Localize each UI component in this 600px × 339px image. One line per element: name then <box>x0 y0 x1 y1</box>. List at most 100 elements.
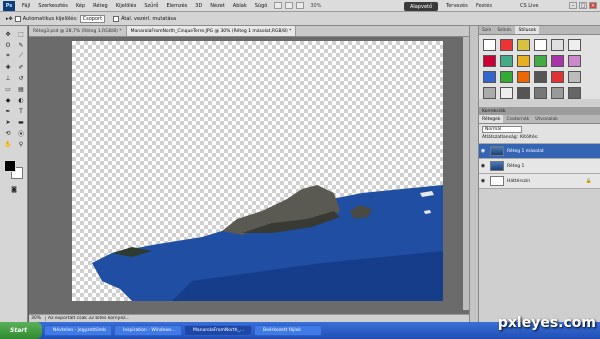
3d-camera-icon[interactable]: ⦿ <box>15 128 27 138</box>
path-select-icon[interactable]: ➤ <box>2 117 14 127</box>
taskbar-notepad[interactable]: Névtelen - Jegyzettömb <box>44 325 112 336</box>
marquee-tool-icon[interactable]: ⬚ <box>15 29 27 39</box>
cs-live-button[interactable]: CS Live <box>520 3 538 9</box>
auto-select-checkbox[interactable] <box>14 15 21 22</box>
auto-select-dropdown[interactable]: Csoport <box>79 14 106 23</box>
shape-tool-icon[interactable]: ▬ <box>15 117 27 127</box>
style-swatch[interactable] <box>551 87 564 99</box>
stamp-tool-icon[interactable]: ⊥ <box>2 73 14 83</box>
style-swatch[interactable] <box>500 39 513 51</box>
tab-swatches[interactable]: Színm. <box>494 26 515 34</box>
style-swatch[interactable] <box>517 71 530 83</box>
style-swatch[interactable] <box>483 39 496 51</box>
style-swatch[interactable] <box>500 55 513 67</box>
style-swatch[interactable] <box>568 87 581 99</box>
taskbar-explorer[interactable]: Inspiration - Windows... <box>114 325 182 336</box>
style-swatch[interactable] <box>517 55 530 67</box>
style-swatch[interactable] <box>568 71 581 83</box>
blur-tool-icon[interactable]: ◆ <box>2 95 14 105</box>
show-transform-checkbox[interactable] <box>113 15 120 22</box>
style-swatch[interactable] <box>500 87 513 99</box>
foreground-color[interactable] <box>4 160 16 172</box>
style-swatch[interactable] <box>568 55 581 67</box>
style-swatch[interactable] <box>551 71 564 83</box>
gradient-tool-icon[interactable]: ▤ <box>15 84 27 94</box>
tab-layers[interactable]: Rétegek <box>479 115 504 123</box>
brush-tool-icon[interactable]: ✐ <box>15 62 27 72</box>
style-swatch[interactable] <box>551 55 564 67</box>
lasso-tool-icon[interactable]: ʘ <box>2 40 14 50</box>
menu-image[interactable]: Kép <box>72 3 89 9</box>
hand-tool-icon[interactable]: ✋ <box>2 139 14 149</box>
eyedropper-tool-icon[interactable]: ⟋ <box>15 51 27 61</box>
style-swatch[interactable] <box>483 55 496 67</box>
taskbar-photoshop[interactable]: ManarolaFromNorth_... <box>184 325 252 336</box>
layer-row[interactable]: ◉ Réteg 1 <box>479 159 600 174</box>
menu-edit[interactable]: Szerkesztés <box>34 3 72 9</box>
minimize-icon[interactable]: – <box>569 2 577 9</box>
blend-mode-select[interactable]: Normál <box>482 126 522 133</box>
style-swatch[interactable] <box>534 55 547 67</box>
quick-mask-icon[interactable]: ◙ <box>8 184 20 194</box>
dodge-tool-icon[interactable]: ◐ <box>15 95 27 105</box>
zoom-tool-icon[interactable]: ⚲ <box>15 139 27 149</box>
tab-manarola[interactable]: ManarolaFromNorth_CinqueTerre.JPG @ 30% … <box>126 26 297 36</box>
style-swatch[interactable] <box>483 87 496 99</box>
style-swatch[interactable] <box>534 39 547 51</box>
visibility-eye-icon[interactable]: ◉ <box>479 148 487 154</box>
taskbar-inbox[interactable]: Beérkezett fájlok <box>254 325 322 336</box>
style-swatch[interactable] <box>483 71 496 83</box>
status-doc-info[interactable]: Az exportált csak 32 bites környez... <box>45 316 145 321</box>
pen-tool-icon[interactable]: ✒ <box>2 106 14 116</box>
menu-help[interactable]: Súgó <box>251 3 272 9</box>
extras-button[interactable] <box>296 2 305 9</box>
3d-rotate-icon[interactable]: ⟲ <box>2 128 14 138</box>
workspace-design[interactable]: Tervezés <box>446 3 468 9</box>
zoom-level[interactable]: 30% <box>310 3 321 9</box>
style-swatch[interactable] <box>517 87 530 99</box>
menu-analysis[interactable]: Elemzés <box>162 3 191 9</box>
adjustments-header[interactable]: Korrekciók <box>479 107 600 115</box>
workspace-painting[interactable]: Festés <box>476 3 492 9</box>
style-swatch[interactable] <box>500 71 513 83</box>
close-icon[interactable]: × <box>589 2 597 9</box>
healing-tool-icon[interactable]: ✚ <box>2 62 14 72</box>
visibility-eye-icon[interactable]: ◉ <box>479 163 487 169</box>
workspace-essentials[interactable]: Alapvető <box>404 2 438 11</box>
menu-view[interactable]: Nézet <box>206 3 228 9</box>
menu-window[interactable]: Ablak <box>229 3 251 9</box>
move-tool-icon[interactable]: ▸✥ <box>6 16 13 22</box>
tab-color[interactable]: Szín <box>479 26 494 34</box>
tab-channels[interactable]: Csatornák <box>503 115 532 123</box>
canvas[interactable] <box>72 41 443 301</box>
tab-styles[interactable]: Stílusok <box>515 26 540 34</box>
menu-layer[interactable]: Réteg <box>89 3 112 9</box>
layer-name: Réteg 1 <box>507 163 525 169</box>
crop-tool-icon[interactable]: ⌗ <box>2 51 14 61</box>
type-tool-icon[interactable]: T <box>15 106 27 116</box>
history-brush-icon[interactable]: ↺ <box>15 73 27 83</box>
style-swatch[interactable] <box>534 71 547 83</box>
bridge-button[interactable] <box>274 2 283 9</box>
menu-select[interactable]: Kijelölés <box>112 3 141 9</box>
quick-select-tool-icon[interactable]: ✎ <box>15 40 27 50</box>
style-swatch[interactable] <box>551 39 564 51</box>
menu-3d[interactable]: 3D <box>191 3 206 9</box>
layer-row[interactable]: ◉ Háttérszín 🔒 <box>479 174 600 189</box>
color-swatches[interactable] <box>4 160 24 180</box>
maximize-icon[interactable]: □ <box>579 2 587 9</box>
tab-reteg3[interactable]: Réteg3.psd @ 28,7% (Réteg 1,RGB/8) * <box>29 26 127 36</box>
menu-filter[interactable]: Szűrő <box>140 3 162 9</box>
start-button[interactable]: Start <box>0 322 42 339</box>
style-swatch[interactable] <box>517 39 530 51</box>
eraser-tool-icon[interactable]: ▭ <box>2 84 14 94</box>
visibility-eye-icon[interactable]: ◉ <box>479 178 487 184</box>
status-zoom[interactable]: 30% <box>29 316 45 321</box>
style-swatch[interactable] <box>534 87 547 99</box>
layer-row[interactable]: ◉ Réteg 1 másolat <box>479 144 600 159</box>
menu-file[interactable]: Fájl <box>18 3 34 9</box>
tab-paths[interactable]: Útvonalak <box>532 115 561 123</box>
style-swatch[interactable] <box>568 39 581 51</box>
minibridge-button[interactable] <box>285 2 294 9</box>
move-tool-icon[interactable]: ✥ <box>2 29 14 39</box>
